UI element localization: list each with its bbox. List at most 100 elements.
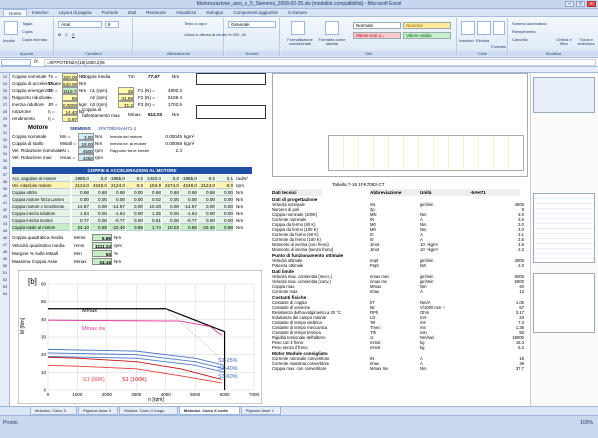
delete-cells-button[interactable]: Elimina — [476, 38, 489, 43]
row-number[interactable]: 24 — [0, 81, 10, 86]
accel-cell[interactable]: 2124.0 — [108, 182, 125, 189]
accel-cell[interactable]: 0.0 — [126, 175, 143, 182]
fx-icon[interactable]: fx — [34, 59, 38, 65]
accel-cell[interactable]: 4248.0 — [180, 182, 197, 189]
accel-cell[interactable]: 0.00 — [90, 217, 107, 224]
row-number[interactable]: 54 — [0, 291, 10, 296]
accel-cell[interactable]: 0.68 — [126, 224, 143, 231]
accel-cell[interactable]: 0.68 — [180, 224, 197, 231]
coppia-max-value[interactable]: 612.03 — [148, 111, 170, 118]
row-number[interactable]: 52 — [0, 277, 10, 282]
bold-button[interactable]: G — [58, 32, 61, 37]
accel-cell[interactable]: 0.00 — [126, 189, 143, 196]
row-number[interactable]: 42 — [0, 207, 10, 212]
row-number[interactable]: 23 — [0, 74, 10, 79]
row-number[interactable]: 43 — [0, 214, 10, 219]
motore-value[interactable]: 4500 — [78, 147, 94, 154]
accel-cell[interactable]: 0.00 — [126, 196, 143, 203]
tab-formule[interactable]: Formule — [97, 9, 124, 16]
motore-value[interactable]: 18.00 — [78, 140, 94, 147]
merge-center-button[interactable]: Unisci e allinea al centro — [184, 32, 227, 37]
format-painter-button[interactable]: Copia formato — [22, 37, 47, 42]
row-number[interactable]: 39 — [0, 186, 10, 191]
accel-cell[interactable]: 0.0 — [216, 182, 233, 189]
row-number[interactable]: 28 — [0, 109, 10, 114]
sheet-tab[interactable]: Pignone Asse X — [78, 407, 119, 415]
tab-home[interactable]: Home — [3, 9, 28, 16]
fill-button[interactable]: Riempimento — [512, 29, 536, 34]
tab-x-games[interactable]: X-Games — [283, 9, 312, 16]
accel-cell[interactable]: 0.00 — [72, 196, 89, 203]
wrap-text-button[interactable]: Testo a capo — [184, 21, 207, 26]
row-number[interactable]: 45 — [0, 228, 10, 233]
tab-revisione[interactable]: Revisione — [141, 9, 171, 16]
row-number[interactable]: 50 — [0, 263, 10, 268]
summary-value[interactable]: 1111.24 — [92, 242, 112, 249]
accel-cell[interactable]: 0.00 — [162, 217, 179, 224]
format-table-icon[interactable] — [325, 21, 339, 35]
accel-cell[interactable]: 0.68 — [198, 189, 215, 196]
tab-sviluppo[interactable]: Sviluppo — [201, 9, 228, 16]
row-number[interactable]: 29 — [0, 116, 10, 121]
minimize-icon[interactable]: – — [565, 1, 574, 7]
summary-value[interactable]: 6.59 — [92, 234, 112, 241]
row-number[interactable]: 46 — [0, 235, 10, 240]
sheet-tab[interactable]: Motorizz. Carro X corta — [178, 407, 240, 415]
style-neutral[interactable]: Neutrale — [403, 22, 451, 29]
accel-cell[interactable]: 3.1 — [216, 175, 233, 182]
font-size-select[interactable]: 8 — [105, 21, 119, 28]
accel-cell[interactable]: 0.00 — [198, 210, 215, 217]
input-value[interactable]: 1119.72 — [62, 87, 78, 94]
percent-button[interactable]: % 000 ,00 — [228, 32, 246, 37]
accel-cell[interactable]: 0.68 — [162, 189, 179, 196]
input-value[interactable]: 0.97 — [62, 115, 78, 122]
accel-cell[interactable]: -1.54 — [108, 210, 125, 217]
formula-input[interactable]: =00*POTENZA(16(1000,2)/8 — [44, 59, 596, 66]
mid-value[interactable]: 31.65 — [118, 94, 134, 101]
close-icon[interactable]: × — [587, 1, 596, 7]
style-good[interactable]: Valore valido — [403, 32, 451, 39]
accel-cell[interactable]: 0.00 — [216, 189, 233, 196]
input-value[interactable]: 0.00007 — [62, 101, 78, 108]
accel-cell[interactable]: 0.00 — [216, 196, 233, 203]
accel-cell[interactable]: 0.77 — [72, 217, 89, 224]
accel-cell[interactable]: -0.77 — [108, 217, 125, 224]
accel-cell[interactable]: 0.00 — [198, 203, 215, 210]
accel-cell[interactable]: -22.40 — [108, 224, 125, 231]
input-value[interactable]: 540.00 — [62, 80, 78, 87]
accel-cell[interactable]: -1985.0 — [108, 175, 125, 182]
row-number[interactable]: 34 — [0, 151, 10, 156]
accel-cell[interactable]: -0.77 — [180, 217, 197, 224]
input-value[interactable]: 14.40 — [62, 108, 78, 115]
style-bad[interactable]: Valore non v... — [353, 32, 401, 39]
motore-value[interactable]: 4250 — [78, 154, 94, 161]
conditional-format-button[interactable]: Formattazione condizionale — [283, 38, 317, 46]
accel-cell[interactable]: 10.03 — [162, 224, 179, 231]
autosum-button[interactable]: Somma automatica — [512, 21, 546, 26]
accel-cell[interactable]: 0.68 — [90, 189, 107, 196]
accel-cell[interactable]: -1.54 — [180, 210, 197, 217]
torque-speed-chart[interactable]: [b] M [Nm] n [rpm] 0 1000 2000 3000 4000 5000… — [18, 270, 262, 404]
accel-cell[interactable]: -14.87 — [180, 203, 197, 210]
accel-cell[interactable]: 1.25 — [144, 210, 161, 217]
accel-cell[interactable]: 0.0 — [126, 182, 143, 189]
accel-cell[interactable]: 0.00 — [90, 196, 107, 203]
mid-value[interactable]: 31.2 — [118, 101, 134, 108]
row-number[interactable]: 49 — [0, 256, 10, 261]
accel-cell[interactable]: 0.00 — [108, 196, 125, 203]
accel-cell[interactable]: 0.00 — [198, 196, 215, 203]
accel-cell[interactable]: -22.40 — [198, 224, 215, 231]
row-number[interactable]: 37 — [0, 172, 10, 177]
row-number[interactable]: 48 — [0, 249, 10, 254]
maximize-icon[interactable]: □ — [576, 1, 585, 7]
row-number[interactable]: 40 — [0, 193, 10, 198]
mid-value[interactable]: 28 — [118, 87, 134, 94]
conditional-format-icon[interactable] — [291, 21, 305, 35]
accel-cell[interactable]: 0.02 — [144, 196, 161, 203]
accel-cell[interactable]: 2124.0 — [198, 182, 215, 189]
underline-button[interactable]: S — [72, 32, 75, 37]
format-cells-button[interactable]: Formato — [491, 44, 506, 49]
zoom-level[interactable]: 100% — [580, 420, 593, 426]
row-number[interactable]: 33 — [0, 144, 10, 149]
font-name-select[interactable]: Arial — [58, 21, 102, 28]
